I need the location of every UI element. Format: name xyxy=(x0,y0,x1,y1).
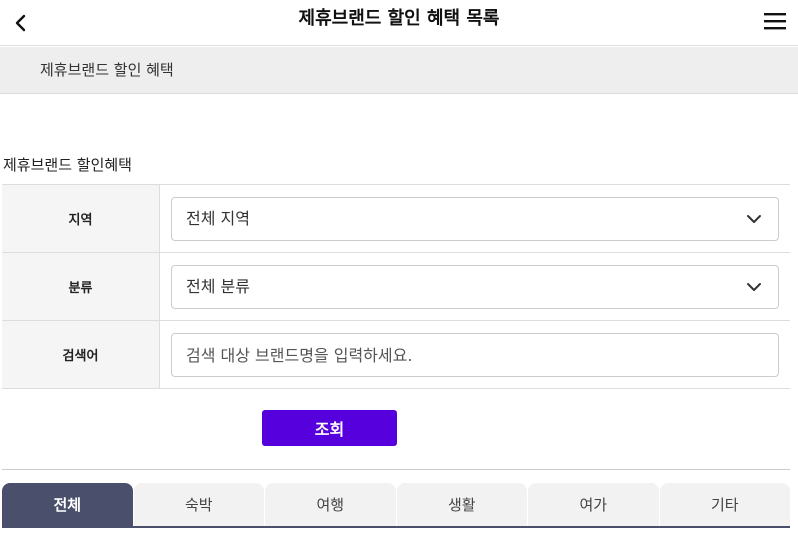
top-header: 제휴브랜드 할인 혜택 목록 xyxy=(0,0,798,46)
region-label: 지역 xyxy=(2,185,160,252)
region-select-value: 전체 지역 xyxy=(186,209,250,228)
breadcrumb: 제휴브랜드 할인 혜택 xyxy=(0,47,798,94)
form-row-keyword: 검색어 xyxy=(2,321,790,389)
keyword-cell xyxy=(160,321,790,388)
region-select[interactable]: 전체 지역 xyxy=(171,197,779,241)
form-row-category: 분류 전체 분류 xyxy=(2,253,790,321)
tab-other[interactable]: 기타 xyxy=(659,483,790,526)
chevron-left-icon xyxy=(15,14,26,32)
divider xyxy=(2,469,790,470)
section-title: 제휴브랜드 할인혜택 xyxy=(3,156,132,174)
chevron-down-icon xyxy=(747,283,761,291)
page-title: 제휴브랜드 할인 혜택 목록 xyxy=(298,8,500,29)
tab-leisure[interactable]: 여가 xyxy=(528,483,659,526)
search-form: 지역 전체 지역 분류 전체 분류 검색어 xyxy=(2,184,790,389)
chevron-down-icon xyxy=(747,215,761,223)
form-row-region: 지역 전체 지역 xyxy=(2,185,790,253)
category-label: 분류 xyxy=(2,253,160,320)
category-select-value: 전체 분류 xyxy=(186,277,250,296)
tab-living[interactable]: 생활 xyxy=(396,483,527,526)
hamburger-menu-icon xyxy=(764,13,786,30)
breadcrumb-text: 제휴브랜드 할인 혜택 xyxy=(40,61,174,79)
tab-lodging[interactable]: 숙박 xyxy=(133,483,264,526)
category-tabs: 전체 숙박 여행 생활 여가 기타 xyxy=(2,483,790,528)
tab-all[interactable]: 전체 xyxy=(2,483,133,526)
category-select[interactable]: 전체 분류 xyxy=(171,265,779,309)
category-cell: 전체 분류 xyxy=(160,253,790,320)
region-cell: 전체 지역 xyxy=(160,185,790,252)
tab-travel[interactable]: 여행 xyxy=(265,483,396,526)
keyword-input[interactable] xyxy=(171,333,779,377)
menu-button[interactable] xyxy=(760,8,790,34)
keyword-label: 검색어 xyxy=(2,321,160,388)
back-button[interactable] xyxy=(6,8,36,38)
search-button[interactable]: 조회 xyxy=(262,410,397,446)
